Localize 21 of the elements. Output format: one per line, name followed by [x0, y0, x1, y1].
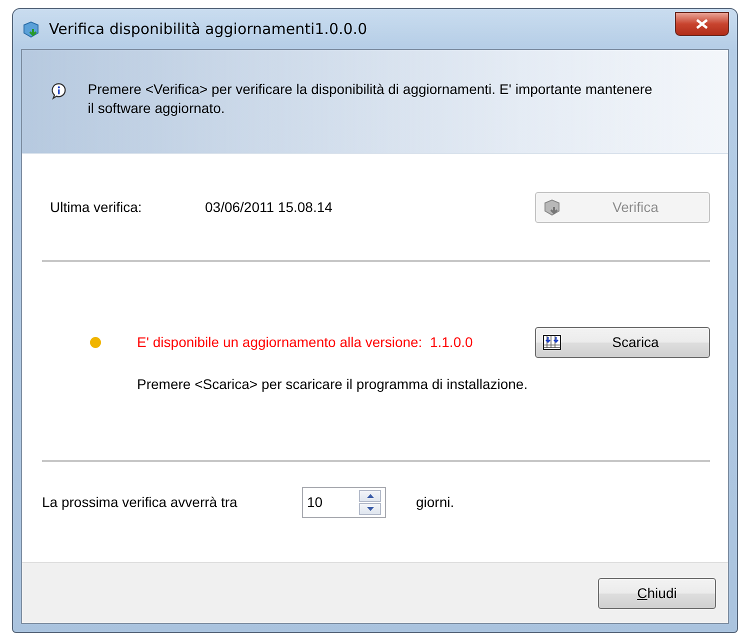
update-message: E' disponibile un aggiornamento alla versione: 1.1.0.0: [137, 334, 474, 350]
last-check-label: Ultima verifica:: [50, 199, 143, 215]
days-unit: giorni.: [416, 494, 454, 510]
info-icon: [50, 80, 68, 102]
download-hint: Premere <Scarica> per scaricare il programma di installazione.: [137, 376, 528, 392]
window-title: Verifica disponibilità aggiornamenti1.0.0.0: [49, 20, 368, 38]
up-arrow-icon: [366, 494, 374, 498]
close-icon: [696, 19, 708, 29]
last-check-value: 03/06/2011 15.08.14: [205, 199, 334, 215]
box-icon: [542, 197, 562, 217]
download-icon: [542, 332, 562, 352]
spin-down-button[interactable]: [359, 502, 381, 514]
app-icon: [21, 19, 41, 39]
spin-up-button[interactable]: [359, 490, 381, 502]
days-spinner[interactable]: 10: [302, 486, 386, 518]
download-button[interactable]: Scarica: [535, 326, 710, 358]
down-arrow-icon: [366, 506, 374, 510]
close-dialog-button[interactable]: Chiudi: [598, 578, 716, 608]
header-message: Premere <Verifica> per verificare la disponibilità di aggiornamenti. E' importante mantenere il software aggiornato.: [88, 80, 654, 118]
close-button[interactable]: [675, 12, 729, 36]
next-check-label: La prossima verifica avverrà tra: [42, 494, 238, 510]
